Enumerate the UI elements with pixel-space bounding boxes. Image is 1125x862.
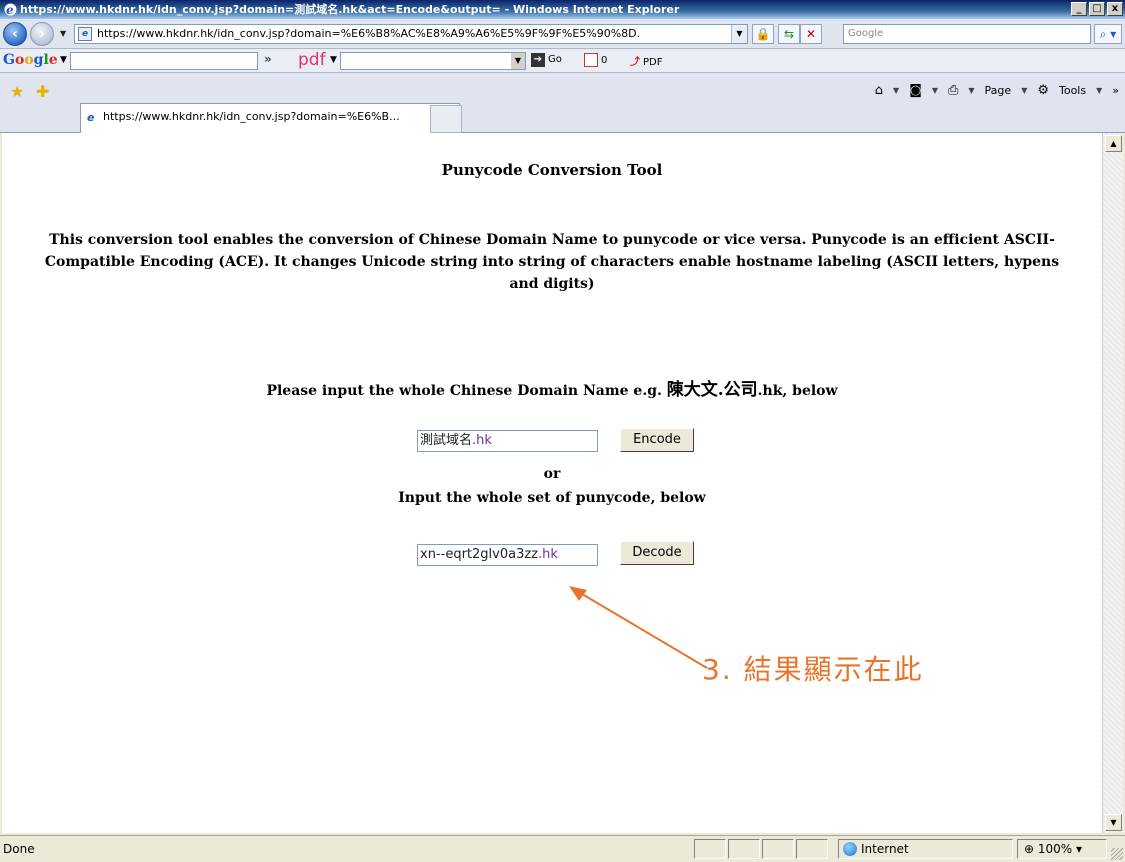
count-button[interactable]: 0	[584, 53, 607, 67]
pdf-search-input[interactable]: ▼	[340, 52, 526, 70]
new-tab-button[interactable]	[430, 105, 462, 133]
search-input[interactable]: Google	[843, 24, 1091, 44]
tab-label: https://www.hkdnr.hk/idn_conv.jsp?domain…	[103, 110, 400, 123]
add-favorite-icon[interactable]: ✚	[36, 82, 49, 101]
google-menu-dropdown-icon[interactable]: ▼	[60, 55, 67, 65]
chinese-domain-input[interactable]: 測試域名.hk	[417, 430, 598, 452]
vertical-scrollbar[interactable]: ▲ ▼	[1102, 133, 1123, 833]
stop-button[interactable]: ✕	[800, 24, 822, 44]
maximize-button[interactable]: □	[1089, 2, 1105, 16]
page-icon: e	[78, 27, 92, 41]
close-button[interactable]: x	[1107, 2, 1123, 16]
decode-button[interactable]: Decode	[620, 541, 694, 565]
page-content: Punycode Conversion Tool This conversion…	[2, 133, 1102, 833]
annotation-label: 3. 結果顯示在此	[702, 653, 924, 686]
window-controls: _ □ x	[1071, 2, 1123, 16]
zoom-icon: ⊕	[1024, 842, 1035, 856]
page-title: Punycode Conversion Tool	[441, 161, 663, 179]
back-button[interactable]: ‹	[3, 22, 27, 46]
google-toolbar: Google ▼ » pdf ▼ ▼ ➔ Go 0 ⤴ PDF	[0, 49, 1125, 73]
page-menu[interactable]: Page	[985, 84, 1012, 97]
status-panels	[694, 839, 828, 859]
gear-icon[interactable]: ⚙	[1037, 83, 1049, 98]
encode-prompt: Please input the whole Chinese Domain Na…	[266, 380, 838, 400]
tab-bar: ★ ✚ e https://www.hkdnr.hk/idn_conv.jsp?…	[0, 73, 1125, 133]
google-search-input[interactable]	[70, 52, 258, 70]
window-title-bar: e https://www.hkdnr.hk/idn_conv.jsp?doma…	[0, 0, 1125, 19]
blocker-icon	[584, 53, 598, 67]
history-dropdown-icon[interactable]: ▼	[60, 29, 66, 38]
print-icon[interactable]: ⎙	[948, 83, 958, 98]
address-toolbar: ‹ › ▼ e https://www.hkdnr.hk/idn_conv.js…	[0, 19, 1125, 49]
page-icon: e	[87, 111, 95, 124]
command-more-button[interactable]: »	[1112, 84, 1119, 97]
decode-prompt: Input the whole set of punycode, below	[398, 490, 706, 506]
address-url: https://www.hkdnr.hk/idn_conv.jsp?domain…	[97, 27, 641, 40]
forward-button[interactable]: ›	[30, 22, 54, 46]
globe-icon	[843, 842, 857, 856]
window-title: https://www.hkdnr.hk/idn_conv.jsp?domain…	[20, 3, 680, 16]
scroll-down-icon[interactable]: ▼	[1105, 814, 1122, 831]
security-zone[interactable]: Internet	[838, 839, 1013, 859]
rss-feed-icon[interactable]: ◙	[909, 83, 922, 98]
minimize-button[interactable]: _	[1071, 2, 1087, 16]
scroll-up-icon[interactable]: ▲	[1105, 135, 1122, 152]
arrow-right-icon: ➔	[531, 53, 545, 67]
toolbar-more-button[interactable]: »	[264, 52, 272, 66]
tools-menu[interactable]: Tools	[1059, 84, 1086, 97]
favorites-star-icon[interactable]: ★	[10, 82, 24, 101]
google-logo[interactable]: Google	[3, 52, 58, 68]
pdf-button[interactable]: ⤴ PDF	[630, 53, 662, 68]
example-domain: 陳大文.公司	[666, 380, 758, 400]
chevron-down-icon[interactable]: ▼	[511, 53, 525, 69]
status-text: Done	[3, 842, 35, 856]
zoom-level[interactable]: ⊕ 100% ▾	[1017, 839, 1107, 859]
or-separator: or	[543, 466, 561, 482]
punycode-input[interactable]: xn--eqrt2glv0a3zz.hk	[417, 544, 598, 566]
resize-grip-icon[interactable]	[1111, 848, 1123, 860]
encode-button[interactable]: Encode	[620, 428, 694, 452]
tab-current[interactable]: e https://www.hkdnr.hk/idn_conv.jsp?doma…	[80, 103, 460, 133]
pdf-dropdown-icon[interactable]: ▼	[330, 55, 337, 65]
command-bar: ⌂ ▼ ◙ ▼ ⎙ ▼ Page ▼ ⚙ Tools ▼ »	[874, 83, 1119, 98]
svg-text:e: e	[6, 3, 14, 17]
refresh-button[interactable]: ⇆	[778, 24, 800, 44]
pdf-brand-logo[interactable]: pdf	[298, 50, 326, 70]
home-icon[interactable]: ⌂	[875, 83, 883, 98]
go-button[interactable]: ➔ Go	[531, 53, 562, 67]
address-dropdown-icon[interactable]: ▼	[731, 25, 747, 43]
status-bar: Done Internet ⊕ 100% ▾	[0, 835, 1125, 862]
pdf-icon: ⤴	[630, 57, 640, 68]
lock-icon[interactable]: 🔒	[752, 24, 774, 44]
tool-description: This conversion tool enables the convers…	[44, 232, 1060, 292]
address-input[interactable]: e https://www.hkdnr.hk/idn_conv.jsp?doma…	[74, 24, 748, 44]
search-icon[interactable]: ⌕ ▾	[1094, 24, 1122, 44]
ie-logo-icon: e	[4, 3, 17, 17]
